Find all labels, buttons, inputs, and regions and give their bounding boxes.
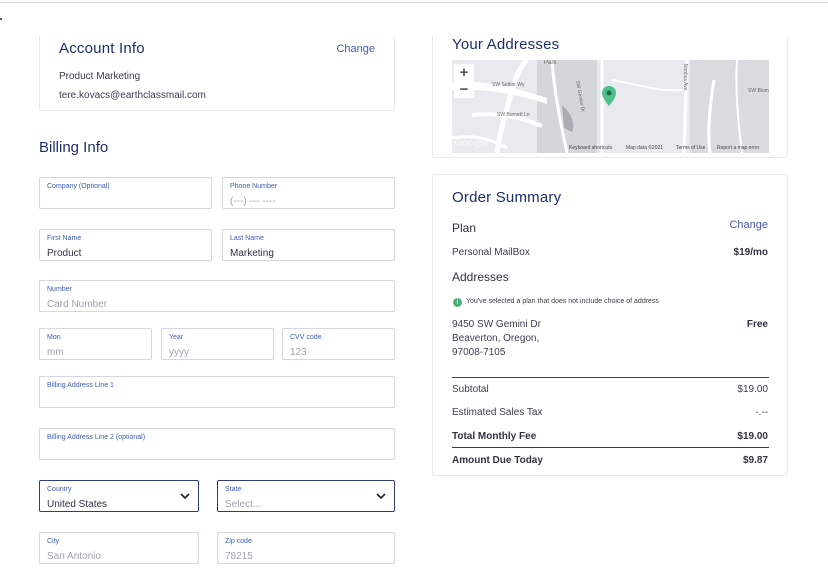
zip-field[interactable]: Zip code 78215 xyxy=(217,532,395,564)
order-summary-card: Order Summary Plan Change Personal MailB… xyxy=(432,174,788,476)
map-street-label: SW Burnett Ln xyxy=(497,112,530,118)
account-change-link[interactable]: Change xyxy=(336,43,375,55)
card-number-placeholder: Card Number xyxy=(47,299,108,310)
account-email: tere.kovacs@earthclassmail.com xyxy=(59,90,206,101)
month-field[interactable]: Mon mm xyxy=(39,328,152,360)
plan-heading: Plan xyxy=(452,221,477,235)
card-number-label: Number xyxy=(47,286,72,293)
map-street-label: SW Blum xyxy=(748,88,769,94)
amount-due-label: Amount Due Today xyxy=(452,455,543,466)
minus-icon: − xyxy=(459,81,469,98)
addresses-card: Your Addresses + − SW Settler Wy SW Burn… xyxy=(432,36,788,158)
first-name-value: Product xyxy=(47,248,82,259)
map-terms-link[interactable]: Terms of Use xyxy=(676,145,705,151)
phone-placeholder: (---) --- ---- xyxy=(230,196,276,207)
phone-label: Phone Number xyxy=(230,183,278,190)
city-field[interactable]: City San Antonio xyxy=(39,532,199,564)
city-label: City xyxy=(47,538,60,545)
account-info-title: Account Info xyxy=(59,40,145,57)
last-name-field[interactable]: Last Name Marketing xyxy=(222,229,395,261)
plan-change-link[interactable]: Change xyxy=(729,219,768,231)
company-label: Company (Optional) xyxy=(47,183,110,190)
cvv-field[interactable]: CVV code 123 xyxy=(282,328,395,360)
state-label: State xyxy=(225,486,242,493)
map-logo: Google xyxy=(454,138,489,149)
address-line1: 9450 SW Gemini Dr xyxy=(452,319,541,330)
year-label: Year xyxy=(169,334,184,341)
amount-due-value: $9.87 xyxy=(742,455,768,466)
chevron-down-icon xyxy=(376,493,386,500)
country-label: Country xyxy=(47,486,72,493)
map-street-label: SW Settler Wy xyxy=(492,82,525,88)
map-keyboard-shortcuts[interactable]: Keyboard shortcuts xyxy=(569,145,612,151)
country-value: United States xyxy=(47,499,108,510)
zip-placeholder: 78215 xyxy=(225,551,253,562)
plan-name: Personal MailBox xyxy=(452,247,530,258)
month-label: Mon xyxy=(47,334,61,341)
address-notice: You've selected a plan that does not inc… xyxy=(466,298,659,305)
first-name-label: First Name xyxy=(47,235,82,242)
map-street-label: Nimbus Ave xyxy=(682,64,688,91)
state-select[interactable]: State Select... xyxy=(217,480,395,512)
company-field[interactable]: Company (Optional) xyxy=(39,177,212,209)
subtotal-value: $19.00 xyxy=(737,384,768,395)
plus-icon: + xyxy=(459,64,469,81)
tax-value: -.-- xyxy=(755,407,768,418)
subtotal-label: Subtotal xyxy=(452,384,489,395)
billing-address-line2-label: Billing Address Line 2 (optional) xyxy=(47,434,146,441)
tax-label: Estimated Sales Tax xyxy=(452,407,543,418)
plan-price: $19/mo xyxy=(733,247,768,258)
address-price: Free xyxy=(746,319,768,330)
summary-divider xyxy=(452,377,769,378)
billing-address-line1-field[interactable]: Billing Address Line 1 xyxy=(39,376,395,408)
monthly-fee-label: Total Monthly Fee xyxy=(452,431,537,442)
billing-address-line1-label: Billing Address Line 1 xyxy=(47,382,114,389)
map-report-link[interactable]: Report a map error xyxy=(717,145,759,151)
order-summary-title: Order Summary xyxy=(452,189,562,206)
total-divider xyxy=(452,447,769,448)
account-name: Product Marketing xyxy=(59,71,141,82)
monthly-fee-value: $19.00 xyxy=(737,431,768,442)
chevron-down-icon xyxy=(180,493,190,500)
phone-field[interactable]: Phone Number (---) --- ---- xyxy=(222,177,395,209)
cvv-label: CVV code xyxy=(290,334,322,341)
address-line2: Beaverton, Oregon, xyxy=(452,333,540,344)
stray-dot xyxy=(0,18,2,20)
last-name-label: Last Name xyxy=(230,235,264,242)
state-placeholder: Select... xyxy=(225,499,262,510)
top-border xyxy=(0,2,828,3)
map-street-label: Park xyxy=(544,60,557,66)
address-map[interactable]: + − SW Settler Wy SW Burnett Ln Park Nim… xyxy=(452,60,769,153)
map-data-credit: Map data ©2021 xyxy=(626,145,664,151)
billing-info-title: Billing Info xyxy=(39,139,109,156)
zip-label: Zip code xyxy=(225,538,252,545)
last-name-value: Marketing xyxy=(230,248,274,259)
info-icon: i xyxy=(453,298,462,307)
addresses-heading: Addresses xyxy=(452,270,509,284)
first-name-field[interactable]: First Name Product xyxy=(39,229,212,261)
addresses-title: Your Addresses xyxy=(452,36,560,53)
address-line3: 97008-7105 xyxy=(452,347,506,358)
zoom-out-button[interactable]: − xyxy=(454,81,474,98)
account-info-card: Account Info Change Product Marketing te… xyxy=(39,36,395,111)
card-number-field[interactable]: Number Card Number xyxy=(39,280,395,312)
map-tiles xyxy=(452,60,769,153)
city-placeholder: San Antonio xyxy=(47,551,101,562)
zoom-in-button[interactable]: + xyxy=(454,64,474,81)
country-select[interactable]: Country United States xyxy=(39,480,199,512)
year-placeholder: yyyy xyxy=(169,347,189,358)
month-placeholder: mm xyxy=(47,347,64,358)
billing-address-line2-field[interactable]: Billing Address Line 2 (optional) xyxy=(39,428,395,460)
map-pin-icon[interactable] xyxy=(602,86,616,106)
cvv-placeholder: 123 xyxy=(290,347,307,358)
year-field[interactable]: Year yyyy xyxy=(161,328,274,360)
